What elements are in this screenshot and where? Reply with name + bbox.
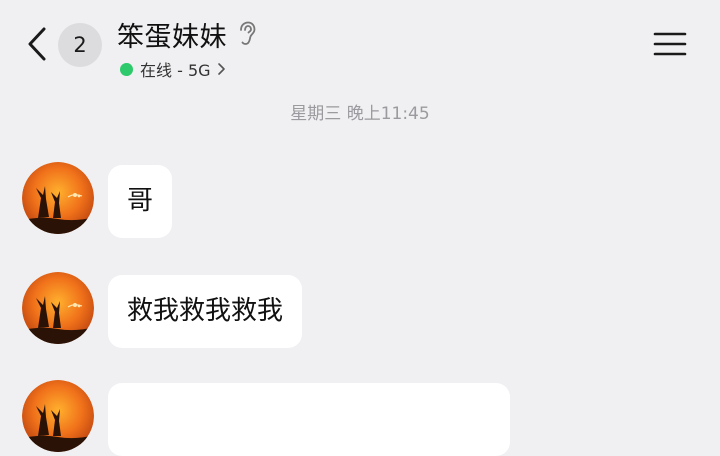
online-status[interactable]: 在线 - 5G [120, 57, 226, 81]
hamburger-menu-icon [653, 32, 687, 56]
contact-avatar[interactable] [22, 380, 94, 452]
chevron-left-icon [28, 27, 46, 61]
message-bubble[interactable]: 救我救我救我 [108, 275, 303, 348]
ear-icon [237, 21, 259, 47]
contact-name: 笨蛋妹妹 [117, 21, 227, 53]
back-button[interactable] [22, 24, 52, 64]
menu-button[interactable] [652, 27, 688, 61]
message-bubble[interactable] [108, 383, 510, 456]
online-dot-icon [120, 62, 133, 76]
message-bubble[interactable]: 哥 [108, 165, 173, 238]
contact-title-row[interactable]: 笨蛋妹妹 [117, 14, 259, 54]
message-row: 哥 [22, 162, 173, 238]
unread-count-badge[interactable]: 2 [58, 23, 102, 67]
message-row [22, 380, 510, 456]
contact-avatar[interactable] [22, 272, 94, 344]
status-text: 在线 - 5G [140, 61, 211, 80]
message-row: 救我救我救我 [22, 272, 303, 348]
chevron-right-icon [217, 62, 226, 76]
chat-header: 2 笨蛋妹妹 在线 - 5G [0, 0, 720, 90]
message-timestamp: 星期三 晚上11:45 [290, 104, 430, 124]
contact-avatar[interactable] [22, 162, 94, 234]
